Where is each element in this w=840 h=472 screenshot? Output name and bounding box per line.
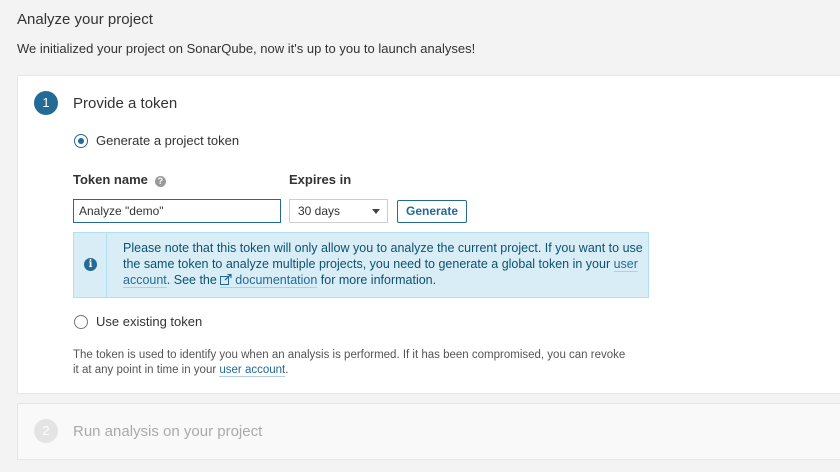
- use-existing-token-label: Use existing token: [96, 314, 203, 329]
- documentation-link-text: documentation: [235, 273, 318, 287]
- info-text-part3: for more information.: [317, 273, 437, 287]
- step1-card: 1 Provide a token Generate a project tok…: [17, 75, 840, 394]
- footnote-end: .: [285, 364, 289, 376]
- expires-in-label: Expires in: [289, 172, 352, 187]
- step2-number: 2: [34, 419, 58, 443]
- generate-token-label: Generate a project token: [96, 133, 240, 148]
- use-existing-token-radio[interactable]: [74, 314, 88, 329]
- page-title: Analyze your project: [17, 11, 153, 28]
- step2-title: Run analysis on your project: [73, 423, 263, 440]
- info-text-part2: . See the: [166, 273, 221, 287]
- expires-select[interactable]: 30 days: [289, 199, 388, 223]
- page-description: We initialized your project on SonarQube…: [17, 41, 476, 56]
- step1-number: 1: [34, 91, 58, 115]
- external-link-icon: [220, 274, 232, 285]
- token-name-input[interactable]: [73, 199, 281, 223]
- use-existing-token-option[interactable]: Use existing token: [74, 314, 202, 329]
- token-name-label: Token name?: [73, 172, 166, 187]
- info-text: Please note that this token will only al…: [123, 240, 643, 288]
- info-alert: i Please note that this token will only …: [73, 232, 649, 298]
- footnote-user-account-link[interactable]: user account: [219, 364, 286, 377]
- step1-title: Provide a token: [73, 95, 178, 112]
- info-icon-cell: i: [74, 233, 107, 297]
- expires-select-value: 30 days: [298, 204, 341, 218]
- help-icon[interactable]: ?: [154, 176, 166, 187]
- generate-token-radio[interactable]: [74, 133, 88, 148]
- step2-card: 2 Run analysis on your project: [17, 403, 840, 460]
- generate-button[interactable]: Generate: [397, 200, 467, 223]
- token-name-label-text: Token name: [73, 172, 148, 187]
- chevron-down-icon: [372, 209, 380, 214]
- generate-token-option[interactable]: Generate a project token: [74, 133, 239, 148]
- info-text-part1: Please note that this token will only al…: [123, 241, 643, 271]
- info-icon: i: [84, 258, 97, 271]
- footnote-text: The token is used to identify you when a…: [73, 349, 626, 376]
- token-footnote: The token is used to identify you when a…: [73, 348, 633, 378]
- documentation-link[interactable]: documentation: [220, 273, 318, 288]
